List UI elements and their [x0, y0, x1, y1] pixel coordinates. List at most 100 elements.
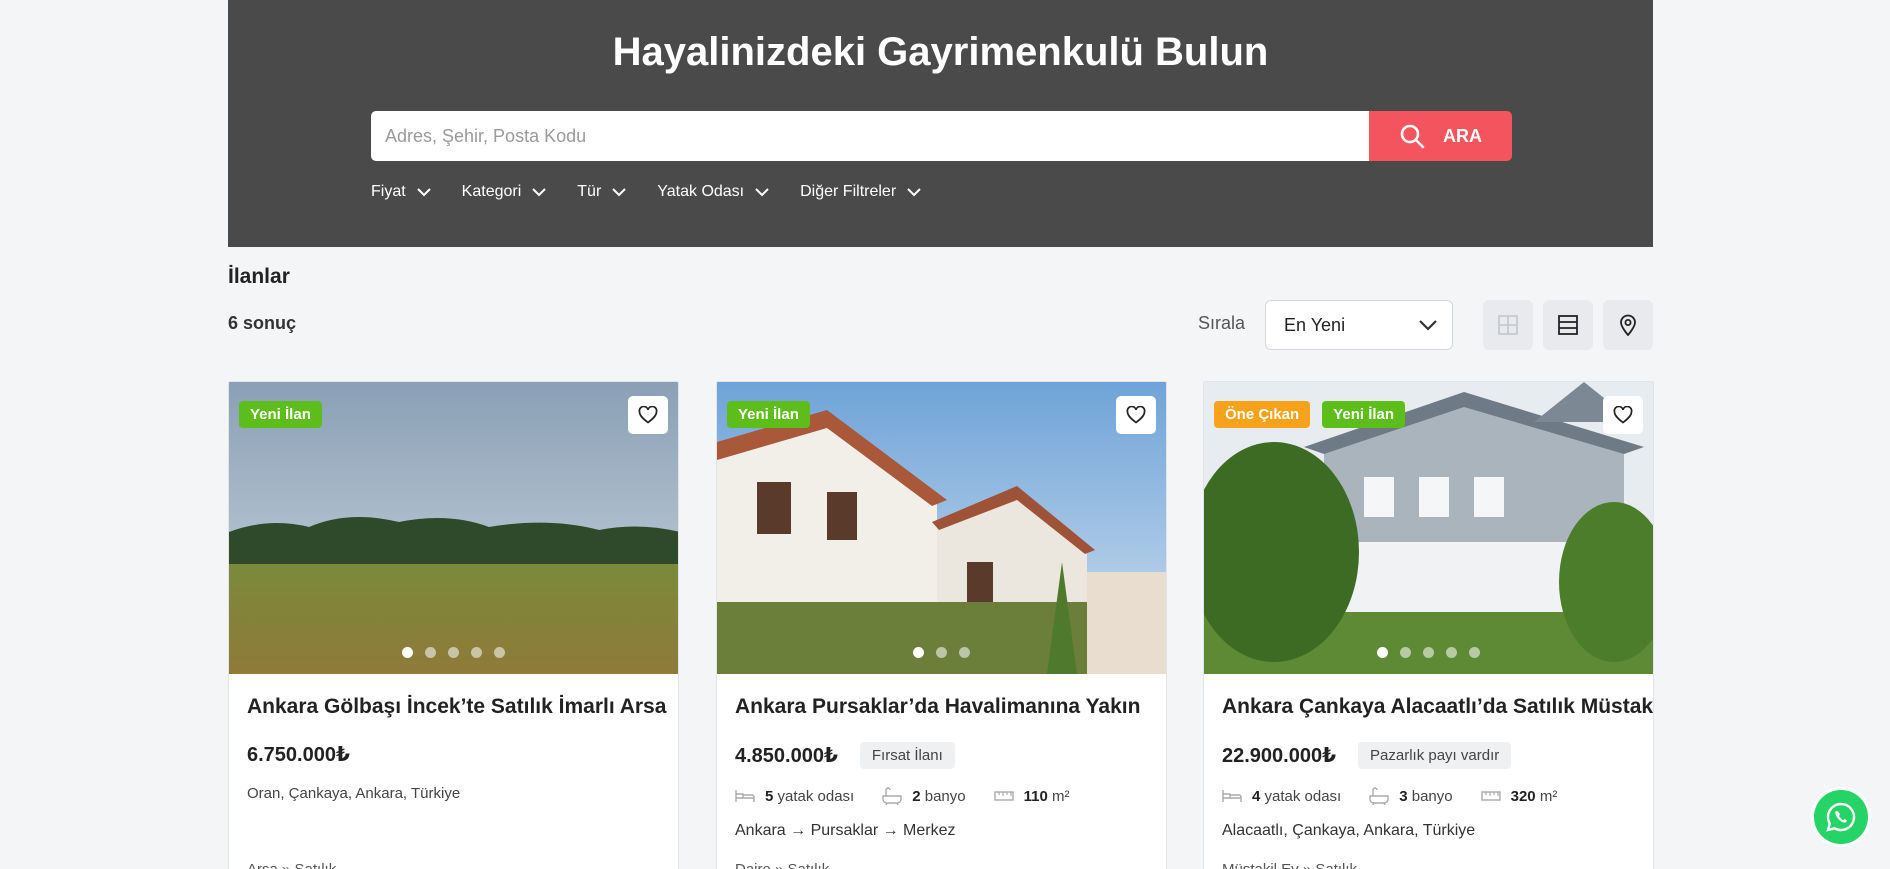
- carousel-dots: [717, 647, 1166, 658]
- bed-icon: [735, 790, 755, 802]
- search-bar: ARA: [371, 111, 1512, 161]
- listing-title[interactable]: Ankara Pursaklar’da Havalimanına Yakın: [735, 695, 1140, 719]
- carousel-dot[interactable]: [448, 647, 459, 658]
- result-count: 6 sonuç: [228, 313, 297, 333]
- listing-category: Arsa » Satılık: [247, 861, 336, 869]
- listing-title[interactable]: Ankara Çankaya Alacaatlı’da Satılık Müst…: [1222, 695, 1653, 719]
- carousel-dot[interactable]: [471, 647, 482, 658]
- bathtub-icon: [882, 787, 902, 805]
- favorite-button[interactable]: [1603, 396, 1643, 434]
- sort-value: En Yeni: [1284, 314, 1346, 335]
- filter-label: Diğer Filtreler: [800, 183, 897, 200]
- heart-icon: [638, 406, 658, 424]
- badge-group: Yeni İlan: [239, 401, 322, 428]
- filter-bar: Fiyat Kategori Tür Yatak Odası Diğer Fil…: [371, 183, 922, 201]
- carousel-dot[interactable]: [936, 647, 947, 658]
- carousel-dot[interactable]: [425, 647, 436, 658]
- carousel-dot[interactable]: [1423, 647, 1434, 658]
- listing-card[interactable]: Yeni İlan Ankara Pursaklar’da Havalimanı…: [716, 381, 1167, 869]
- listing-price: 22.900.000₺: [1222, 745, 1337, 767]
- carousel-dots: [229, 647, 678, 658]
- hero-banner: Hayalinizdeki Gayrimenkulü Bulun ARA Fiy…: [228, 0, 1653, 247]
- bathrooms-label: banyo: [1411, 787, 1453, 805]
- area-value: 110: [1023, 787, 1048, 805]
- carousel-dots: [1204, 647, 1653, 658]
- filter-other[interactable]: Diğer Filtreler: [800, 183, 922, 201]
- carousel-dot[interactable]: [1377, 647, 1388, 658]
- carousel-dot[interactable]: [402, 647, 413, 658]
- bathrooms-label: banyo: [924, 787, 966, 805]
- list-icon: [1558, 315, 1578, 335]
- listing-card[interactable]: Öne Çıkan Yeni İlan Ankara Çankaya Alaca…: [1203, 381, 1654, 869]
- carousel-dot[interactable]: [494, 647, 505, 658]
- whatsapp-icon: [1826, 802, 1856, 832]
- carousel-dot[interactable]: [913, 647, 924, 658]
- listing-image[interactable]: Öne Çıkan Yeni İlan: [1204, 382, 1653, 674]
- search-input[interactable]: [371, 111, 1369, 161]
- price-row: 22.900.000₺ Pazarlık payı vardır: [1222, 742, 1512, 769]
- filter-price[interactable]: Fiyat: [371, 183, 432, 201]
- price-row: 6.750.000₺: [247, 742, 350, 767]
- chevron-down-icon: [907, 188, 921, 197]
- listing-title[interactable]: Ankara Gölbaşı İncek’te Satılık İmarlı A…: [247, 695, 666, 719]
- featured-badge: Öne Çıkan: [1214, 401, 1311, 428]
- bathtub-icon: [1369, 787, 1389, 805]
- listing-tag: Pazarlık payı vardır: [1358, 742, 1512, 769]
- listing-card[interactable]: Yeni İlan Ankara Gölbaşı İncek’te Satılı…: [228, 381, 679, 869]
- bedrooms-label: yatak odası: [1264, 787, 1342, 805]
- bedrooms-label: yatak odası: [777, 787, 855, 805]
- carousel-dot[interactable]: [1469, 647, 1480, 658]
- filter-bedrooms[interactable]: Yatak Odası: [657, 183, 770, 201]
- grid-view-button[interactable]: [1483, 300, 1533, 350]
- listing-image[interactable]: Yeni İlan: [717, 382, 1166, 674]
- heart-icon: [1126, 406, 1146, 424]
- carousel-dot[interactable]: [1400, 647, 1411, 658]
- listings-title: İlanlar: [228, 265, 290, 288]
- filter-label: Kategori: [461, 183, 522, 200]
- filter-category[interactable]: Kategori: [462, 183, 548, 201]
- area-unit: m²: [1052, 787, 1070, 805]
- carousel-dot[interactable]: [959, 647, 970, 658]
- carousel-dot[interactable]: [1446, 647, 1457, 658]
- new-listing-badge: Yeni İlan: [1322, 401, 1406, 428]
- list-view-button[interactable]: [1543, 300, 1593, 350]
- whatsapp-button[interactable]: [1814, 790, 1868, 844]
- badge-group: Yeni İlan: [727, 401, 810, 428]
- feature-bedrooms: 4 yatak odası: [1222, 787, 1341, 805]
- listing-features: 4 yatak odası 3 banyo 320 m²: [1222, 787, 1557, 805]
- listing-location: Alacaatlı, Çankaya, Ankara, Türkiye: [1222, 822, 1476, 839]
- listing-price: 6.750.000₺: [247, 744, 350, 766]
- listing-location-wrap: Oran, Çankaya, Ankara, Türkiye: [247, 785, 460, 802]
- search-button-label: ARA: [1443, 125, 1482, 146]
- bathrooms-value: 2: [912, 787, 921, 805]
- hero-title: Hayalinizdeki Gayrimenkulü Bulun: [612, 30, 1269, 74]
- filter-label: Fiyat: [371, 183, 406, 200]
- listing-tag: Fırsat İlanı: [859, 742, 955, 769]
- filter-label: Yatak Odası: [657, 183, 745, 200]
- ruler-icon: [993, 791, 1014, 801]
- bed-icon: [1222, 790, 1242, 802]
- favorite-button[interactable]: [628, 396, 668, 434]
- chevron-down-icon: [1419, 320, 1437, 331]
- map-view-button[interactable]: [1603, 300, 1653, 350]
- filter-type[interactable]: Tür: [577, 183, 627, 201]
- chevron-down-icon: [532, 188, 546, 197]
- chevron-down-icon: [755, 188, 769, 197]
- listing-features: 5 yatak odası 2 banyo 110 m²: [735, 787, 1070, 805]
- new-listing-badge: Yeni İlan: [239, 401, 322, 428]
- favorite-button[interactable]: [1116, 396, 1156, 434]
- feature-bathrooms: 2 banyo: [882, 787, 966, 805]
- bedrooms-value: 4: [1252, 787, 1261, 805]
- bedrooms-value: 5: [765, 787, 774, 805]
- listing-category: Daire » Satılık: [735, 861, 829, 869]
- listing-image[interactable]: Yeni İlan: [229, 382, 678, 674]
- price-row: 4.850.000₺ Fırsat İlanı: [735, 742, 955, 769]
- search-button[interactable]: ARA: [1369, 111, 1512, 161]
- search-icon: [1400, 124, 1425, 149]
- listing-location: Oran, Çankaya, Ankara, Türkiye: [247, 785, 461, 802]
- sort-select[interactable]: En Yeni: [1265, 300, 1453, 350]
- chevron-down-icon: [416, 188, 431, 197]
- new-listing-badge: Yeni İlan: [727, 401, 810, 428]
- listing-category: Müstakil Ev » Satılık: [1222, 861, 1357, 869]
- feature-bathrooms: 3 banyo: [1369, 787, 1453, 805]
